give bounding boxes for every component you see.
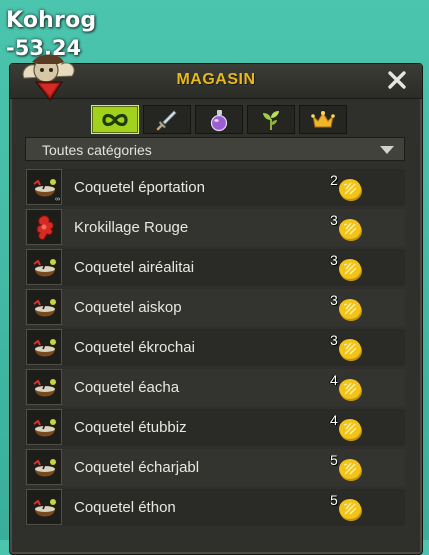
gold-coin-icon xyxy=(339,459,362,481)
category-dropdown[interactable]: Toutes catégories xyxy=(25,137,405,161)
item-name: Coquetel éportation xyxy=(74,179,205,196)
item-slot xyxy=(26,209,62,245)
gold-coin-icon xyxy=(339,419,362,441)
close-icon xyxy=(388,71,406,89)
item-quantity: 2 xyxy=(330,172,338,188)
potion-icon xyxy=(210,109,228,131)
gold-coin-icon xyxy=(339,299,362,321)
item-slot xyxy=(26,289,62,325)
crown-icon xyxy=(311,110,335,127)
item-slot xyxy=(26,449,62,485)
tab-consumables[interactable] xyxy=(195,105,243,134)
item-name: Coquetel airéalitai xyxy=(74,259,195,276)
item-name: Krokillage Rouge xyxy=(74,219,189,236)
infinity-icon xyxy=(102,113,128,126)
player-name: Kohrog xyxy=(6,8,97,33)
gold-coin-icon xyxy=(339,339,362,361)
gold-coin-icon xyxy=(339,259,362,281)
category-dropdown-value: Toutes catégories xyxy=(42,142,152,158)
sprout-icon xyxy=(263,110,279,130)
item-slot xyxy=(26,249,62,285)
list-item[interactable]: Coquetel éacha 4 xyxy=(25,369,405,406)
list-item[interactable]: Coquetel airéalitai 3 xyxy=(25,249,405,286)
close-button[interactable] xyxy=(385,68,409,92)
list-item[interactable]: Coquetel écharjabl 5 xyxy=(25,449,405,486)
list-item[interactable]: Coquetel éthon 5 xyxy=(25,489,405,526)
item-quantity: 3 xyxy=(330,292,338,308)
list-item[interactable]: Coquetel aiskop 3 xyxy=(25,289,405,326)
item-name: Coquetel éthon xyxy=(74,499,176,516)
cocktail-icon xyxy=(33,455,56,477)
cocktail-icon xyxy=(33,415,56,437)
item-name: Coquetel étubbiz xyxy=(74,419,187,436)
list-item[interactable]: Coquetel étubbiz 4 xyxy=(25,409,405,446)
character-avatar xyxy=(22,54,75,102)
item-quantity: 4 xyxy=(330,412,338,428)
item-quantity: 5 xyxy=(330,492,338,508)
gold-coin-icon xyxy=(339,179,362,201)
tab-cosmetics[interactable] xyxy=(299,105,347,134)
cocktail-icon xyxy=(33,335,56,357)
cocktail-icon xyxy=(33,255,56,277)
item-name: Coquetel aiskop xyxy=(74,299,182,316)
item-slot: ∞ xyxy=(26,169,62,205)
gold-coin-icon xyxy=(339,499,362,521)
item-name: Coquetel écharjabl xyxy=(74,459,200,476)
sword-icon xyxy=(156,109,177,130)
tab-equipment[interactable] xyxy=(143,105,191,134)
cocktail-icon xyxy=(33,375,56,397)
item-quantity: 3 xyxy=(330,212,338,228)
tab-resources[interactable] xyxy=(247,105,295,134)
item-slot xyxy=(26,409,62,445)
tab-all[interactable] xyxy=(91,105,139,134)
item-name: Coquetel ékrochai xyxy=(74,339,195,356)
gold-coin-icon xyxy=(339,379,362,401)
cocktail-icon xyxy=(33,295,56,317)
list-item[interactable]: Krokillage Rouge 3 xyxy=(25,209,405,246)
gold-coin-icon xyxy=(339,219,362,241)
item-slot xyxy=(26,489,62,525)
item-quantity: 5 xyxy=(330,452,338,468)
list-item[interactable]: Coquetel ékrochai 3 xyxy=(25,329,405,366)
item-quantity: 4 xyxy=(330,372,338,388)
cocktail-icon xyxy=(33,495,56,517)
shop-window: MAGASIN Toutes catégories ∞ Coquetel épo… xyxy=(9,63,423,555)
item-quantity: 3 xyxy=(330,332,338,348)
chevron-down-icon xyxy=(380,146,394,154)
link-icon: ∞ xyxy=(55,196,60,203)
list-item[interactable]: ∞ Coquetel éportation 2 xyxy=(25,169,405,206)
red-crest-icon xyxy=(36,215,54,240)
item-slot xyxy=(26,369,62,405)
item-name: Coquetel éacha xyxy=(74,379,180,396)
item-slot xyxy=(26,329,62,365)
item-quantity: 3 xyxy=(330,252,338,268)
